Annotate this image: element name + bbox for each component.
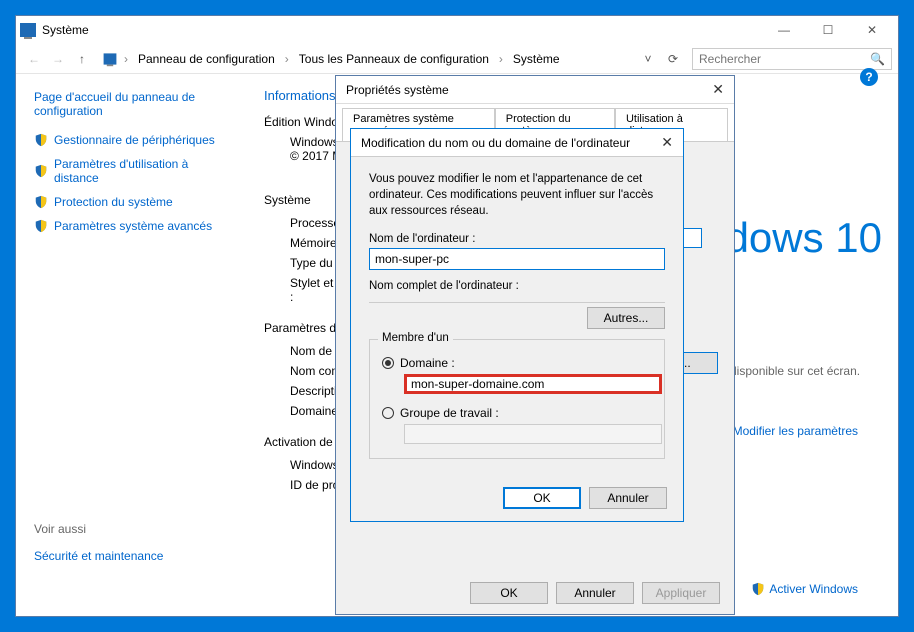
windows-10-brand: dows 10 — [726, 214, 882, 262]
computer-name-input[interactable] — [369, 248, 665, 270]
member-of-legend: Membre d'un — [378, 332, 453, 344]
breadcrumb-item[interactable]: Panneau de configuration — [134, 49, 279, 69]
window-title: Système — [42, 23, 89, 37]
pen-touch-value: disponible sur cet écran. — [730, 364, 870, 378]
chevron-down-icon[interactable]: ˅ — [636, 47, 660, 71]
domain-radio-row[interactable]: Domaine : — [382, 356, 652, 370]
minimize-button[interactable]: — — [762, 16, 806, 44]
dialog-title: Propriétés système — [346, 83, 449, 97]
breadcrumb-item[interactable]: Système — [509, 49, 564, 69]
member-of-fieldset: Membre d'un Domaine : Groupe de travail … — [369, 339, 665, 459]
sidebar: Page d'accueil du panneau de configurati… — [16, 74, 244, 616]
forward-button[interactable]: → — [46, 47, 70, 71]
name-domain-dialog: Modification du nom ou du domaine de l'o… — [350, 128, 684, 522]
shield-icon — [34, 164, 48, 178]
search-input[interactable] — [699, 52, 870, 66]
chevron-right-icon: › — [281, 52, 293, 66]
close-icon[interactable]: ✕ — [661, 134, 673, 151]
breadcrumb: › Panneau de configuration › Tous les Pa… — [102, 47, 684, 71]
sidebar-system-protection[interactable]: Protection du système — [34, 190, 236, 214]
workgroup-radio[interactable] — [382, 407, 394, 419]
search-box[interactable]: 🔍 — [692, 48, 892, 70]
breadcrumb-item[interactable]: Tous les Panneaux de configuration — [295, 49, 493, 69]
dialog-description: Vous pouvez modifier le nom et l'apparte… — [369, 171, 665, 219]
workgroup-input — [404, 424, 662, 444]
ok-button[interactable]: OK — [470, 582, 548, 604]
chevron-right-icon: › — [495, 52, 507, 66]
sidebar-remote-settings[interactable]: Paramètres d'utilisation à distance — [34, 152, 236, 190]
sidebar-security-maintenance[interactable]: Sécurité et maintenance — [34, 544, 236, 568]
domain-radio[interactable] — [382, 357, 394, 369]
up-button[interactable]: ↑ — [70, 47, 94, 71]
dialog-titlebar: Propriétés système ✕ — [336, 76, 734, 104]
workgroup-radio-label: Groupe de travail : — [400, 406, 499, 420]
sidebar-advanced-settings[interactable]: Paramètres système avancés — [34, 214, 236, 238]
window-controls: — ☐ ✕ — [762, 16, 894, 44]
sidebar-home-link[interactable]: Page d'accueil du panneau de configurati… — [34, 86, 236, 128]
system-icon — [20, 23, 36, 37]
sidebar-device-manager[interactable]: Gestionnaire de périphériques — [34, 128, 236, 152]
nav-bar: ← → ↑ › Panneau de configuration › Tous … — [16, 44, 898, 74]
domain-input[interactable] — [404, 374, 662, 394]
dialog-button-row: OK Annuler Appliquer — [336, 572, 734, 614]
activate-windows-link[interactable]: Activer Windows — [751, 582, 858, 596]
shield-icon — [34, 195, 48, 209]
breadcrumb-icon — [104, 53, 117, 64]
refresh-button[interactable]: ⟳ — [662, 52, 684, 66]
see-also-label: Voir aussi — [34, 518, 236, 544]
dialog-button-row: OK Annuler — [503, 487, 667, 509]
shield-icon — [751, 582, 765, 596]
search-icon: 🔍 — [870, 52, 885, 66]
dialog-titlebar: Modification du nom ou du domaine de l'o… — [351, 129, 683, 157]
cancel-button[interactable]: Annuler — [589, 487, 667, 509]
close-button[interactable]: ✕ — [850, 16, 894, 44]
cancel-button[interactable]: Annuler — [556, 582, 634, 604]
titlebar: Système — ☐ ✕ — [16, 16, 898, 44]
fullname-label: Nom complet de l'ordinateur : — [369, 280, 665, 292]
maximize-button[interactable]: ☐ — [806, 16, 850, 44]
chevron-right-icon: › — [120, 52, 132, 66]
apply-button[interactable]: Appliquer — [642, 582, 720, 604]
back-button[interactable]: ← — [22, 47, 46, 71]
domain-radio-label: Domaine : — [400, 356, 455, 370]
computer-name-label: Nom de l'ordinateur : — [369, 233, 665, 245]
dialog-title: Modification du nom ou du domaine de l'o… — [361, 136, 630, 150]
others-button[interactable]: Autres... — [587, 307, 665, 329]
workgroup-radio-row[interactable]: Groupe de travail : — [382, 406, 652, 420]
dialog-body: Vous pouvez modifier le nom et l'apparte… — [351, 157, 683, 473]
modify-settings-link[interactable]: Modifier les paramètres — [715, 424, 858, 438]
shield-icon — [34, 219, 48, 233]
shield-icon — [34, 133, 48, 147]
close-icon[interactable]: ✕ — [712, 81, 724, 98]
ok-button[interactable]: OK — [503, 487, 581, 509]
